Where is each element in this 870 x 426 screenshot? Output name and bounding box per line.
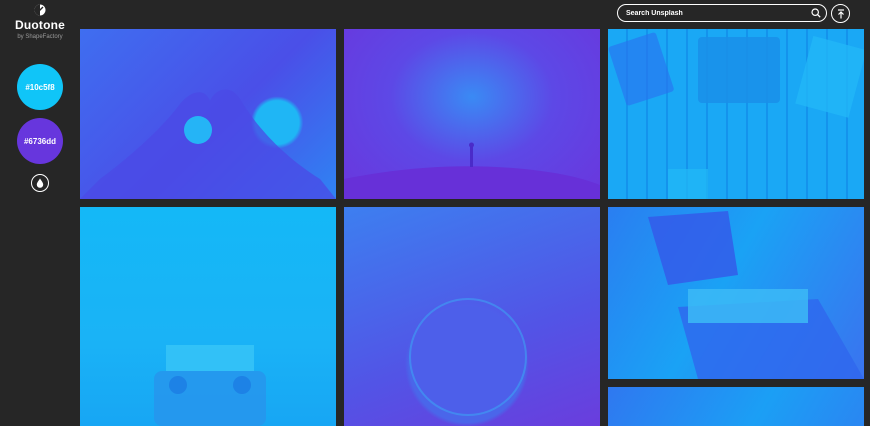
photo-typewriter-paper[interactable]: [80, 207, 336, 426]
search-bar[interactable]: [617, 4, 827, 22]
brand-name: Duotone: [14, 18, 66, 32]
color-two-swatch[interactable]: #6736dd: [17, 118, 63, 164]
brand-byline: by ShapeFactory: [17, 34, 63, 40]
color-one-label: #10c5f8: [25, 82, 55, 92]
night-sky-landscape: [344, 142, 600, 199]
brand[interactable]: Duotone by ShapeFactory: [0, 4, 80, 40]
arrow-up-to-line-icon: [837, 8, 844, 18]
photo-planet-space[interactable]: [344, 207, 600, 426]
search-icon[interactable]: [811, 8, 821, 18]
half-circle-logo-icon: [34, 4, 46, 16]
photo-partial-bottom[interactable]: [608, 387, 864, 426]
typewriter-silhouette: [154, 345, 266, 426]
water-drop-button[interactable]: [31, 174, 49, 192]
sidebar: Duotone by ShapeFactory #10c5f8 #6736dd: [0, 0, 80, 426]
search-input[interactable]: [626, 9, 811, 17]
desk-flatlay: [608, 32, 864, 199]
laptop-workspace: [648, 211, 864, 379]
heart-hands-silhouette: [80, 89, 336, 199]
planet-sphere: [409, 298, 527, 416]
color-two-label: #6736dd: [23, 136, 57, 146]
back-to-top-button[interactable]: [831, 4, 850, 23]
photo-laptop-notes[interactable]: [608, 207, 864, 379]
photo-milky-way[interactable]: [344, 29, 600, 199]
photo-desk-typewriter[interactable]: [608, 29, 864, 199]
water-drop-icon: [36, 178, 44, 188]
color-one-swatch[interactable]: #10c5f8: [17, 64, 63, 110]
photo-heart-hands[interactable]: [80, 29, 336, 199]
